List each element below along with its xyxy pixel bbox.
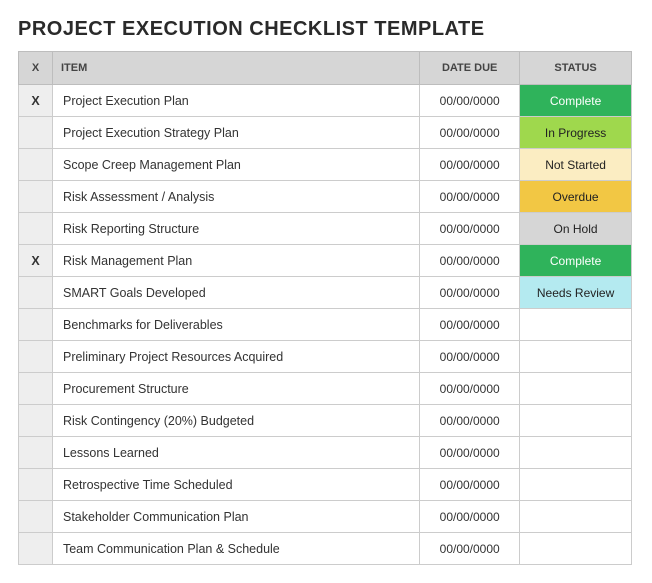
status-cell[interactable] [520, 533, 632, 565]
check-cell[interactable] [19, 533, 53, 565]
table-row: Scope Creep Management Plan00/00/0000Not… [19, 149, 632, 181]
status-cell[interactable] [520, 437, 632, 469]
item-cell: Scope Creep Management Plan [52, 149, 419, 181]
status-cell[interactable]: Complete [520, 85, 632, 117]
date-cell[interactable]: 00/00/0000 [420, 245, 520, 277]
table-row: XProject Execution Plan00/00/0000Complet… [19, 85, 632, 117]
table-row: Preliminary Project Resources Acquired00… [19, 341, 632, 373]
page-title: PROJECT EXECUTION CHECKLIST TEMPLATE [18, 18, 634, 41]
table-row: Risk Contingency (20%) Budgeted00/00/000… [19, 405, 632, 437]
date-cell[interactable]: 00/00/0000 [420, 437, 520, 469]
item-cell: Benchmarks for Deliverables [52, 309, 419, 341]
status-badge [520, 405, 631, 436]
status-cell[interactable]: Needs Review [520, 277, 632, 309]
table-row: Stakeholder Communication Plan00/00/0000 [19, 501, 632, 533]
item-cell: Project Execution Strategy Plan [52, 117, 419, 149]
date-cell[interactable]: 00/00/0000 [420, 277, 520, 309]
check-cell[interactable] [19, 501, 53, 533]
check-cell[interactable] [19, 309, 53, 341]
date-cell[interactable]: 00/00/0000 [420, 213, 520, 245]
status-badge [520, 469, 631, 500]
check-cell[interactable] [19, 437, 53, 469]
status-badge: Complete [520, 85, 631, 116]
table-row: Risk Assessment / Analysis00/00/0000Over… [19, 181, 632, 213]
item-cell: Retrospective Time Scheduled [52, 469, 419, 501]
date-cell[interactable]: 00/00/0000 [420, 469, 520, 501]
table-row: Team Communication Plan & Schedule00/00/… [19, 533, 632, 565]
item-cell: Preliminary Project Resources Acquired [52, 341, 419, 373]
status-cell[interactable]: Not Started [520, 149, 632, 181]
date-cell[interactable]: 00/00/0000 [420, 533, 520, 565]
status-badge: Needs Review [520, 277, 631, 308]
item-cell: Risk Reporting Structure [52, 213, 419, 245]
date-cell[interactable]: 00/00/0000 [420, 341, 520, 373]
status-badge [520, 437, 631, 468]
status-badge: Not Started [520, 149, 631, 180]
status-cell[interactable]: On Hold [520, 213, 632, 245]
table-row: Lessons Learned00/00/0000 [19, 437, 632, 469]
status-badge [520, 309, 631, 340]
item-cell: Project Execution Plan [52, 85, 419, 117]
status-cell[interactable] [520, 469, 632, 501]
item-cell: Stakeholder Communication Plan [52, 501, 419, 533]
check-cell[interactable] [19, 149, 53, 181]
status-cell[interactable] [520, 341, 632, 373]
status-badge: On Hold [520, 213, 631, 244]
date-cell[interactable]: 00/00/0000 [420, 85, 520, 117]
status-cell[interactable] [520, 309, 632, 341]
check-cell[interactable]: X [19, 85, 53, 117]
status-cell[interactable] [520, 405, 632, 437]
item-cell: Risk Management Plan [52, 245, 419, 277]
table-row: Benchmarks for Deliverables00/00/0000 [19, 309, 632, 341]
date-cell[interactable]: 00/00/0000 [420, 405, 520, 437]
table-row: SMART Goals Developed00/00/0000Needs Rev… [19, 277, 632, 309]
status-cell[interactable]: In Progress [520, 117, 632, 149]
check-cell[interactable]: X [19, 245, 53, 277]
status-badge [520, 341, 631, 372]
check-cell[interactable] [19, 469, 53, 501]
item-cell: SMART Goals Developed [52, 277, 419, 309]
header-x: X [19, 52, 53, 85]
check-cell[interactable] [19, 405, 53, 437]
date-cell[interactable]: 00/00/0000 [420, 117, 520, 149]
header-row: X ITEM DATE DUE STATUS [19, 52, 632, 85]
item-cell: Procurement Structure [52, 373, 419, 405]
table-row: Procurement Structure00/00/0000 [19, 373, 632, 405]
item-cell: Risk Contingency (20%) Budgeted [52, 405, 419, 437]
date-cell[interactable]: 00/00/0000 [420, 309, 520, 341]
header-item: ITEM [52, 52, 419, 85]
date-cell[interactable]: 00/00/0000 [420, 181, 520, 213]
item-cell: Team Communication Plan & Schedule [52, 533, 419, 565]
status-badge [520, 533, 631, 564]
check-cell[interactable] [19, 277, 53, 309]
check-cell[interactable] [19, 341, 53, 373]
header-status: STATUS [520, 52, 632, 85]
table-row: Risk Reporting Structure00/00/0000On Hol… [19, 213, 632, 245]
date-cell[interactable]: 00/00/0000 [420, 373, 520, 405]
check-cell[interactable] [19, 213, 53, 245]
date-cell[interactable]: 00/00/0000 [420, 501, 520, 533]
date-cell[interactable]: 00/00/0000 [420, 149, 520, 181]
status-badge: In Progress [520, 117, 631, 148]
status-badge: Complete [520, 245, 631, 276]
table-row: XRisk Management Plan00/00/0000Complete [19, 245, 632, 277]
check-cell[interactable] [19, 117, 53, 149]
table-row: Project Execution Strategy Plan00/00/000… [19, 117, 632, 149]
status-cell[interactable]: Complete [520, 245, 632, 277]
header-date: DATE DUE [420, 52, 520, 85]
table-row: Retrospective Time Scheduled00/00/0000 [19, 469, 632, 501]
checklist-table: X ITEM DATE DUE STATUS XProject Executio… [18, 51, 632, 565]
status-badge: Overdue [520, 181, 631, 212]
check-cell[interactable] [19, 181, 53, 213]
status-cell[interactable]: Overdue [520, 181, 632, 213]
check-cell[interactable] [19, 373, 53, 405]
status-badge [520, 501, 631, 532]
status-cell[interactable] [520, 373, 632, 405]
status-cell[interactable] [520, 501, 632, 533]
item-cell: Lessons Learned [52, 437, 419, 469]
item-cell: Risk Assessment / Analysis [52, 181, 419, 213]
status-badge [520, 373, 631, 404]
